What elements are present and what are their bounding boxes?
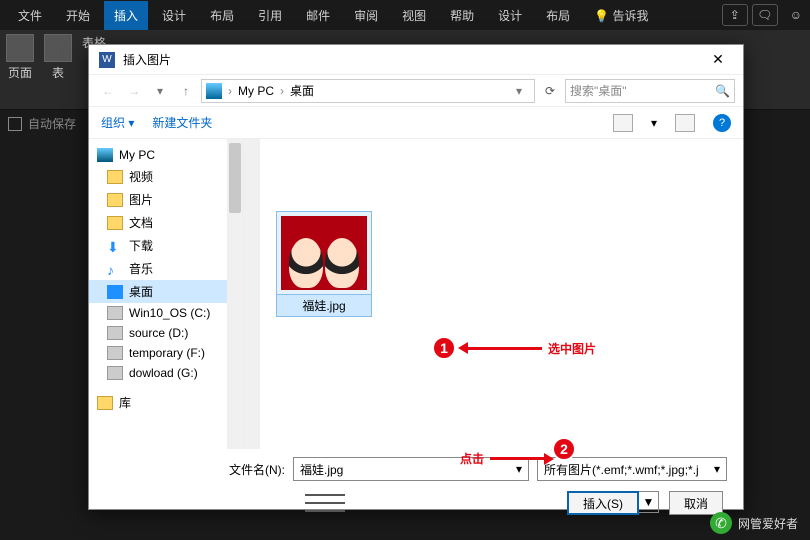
address-dropdown-icon[interactable]: ▾	[508, 80, 530, 102]
tab-design2[interactable]: 设计	[488, 1, 532, 30]
file-thumbnail[interactable]: 福娃.jpg	[276, 211, 372, 317]
breadcrumb-pc[interactable]: My PC	[238, 84, 274, 98]
callout-select-image: 1 选中图片	[432, 336, 596, 360]
back-icon[interactable]: ←	[97, 80, 119, 102]
breadcrumb-desktop[interactable]: 桌面	[290, 82, 314, 99]
pc-icon	[206, 83, 222, 99]
tree-drive-c[interactable]: Win10_OS (C:)	[89, 303, 243, 323]
tab-review[interactable]: 审阅	[344, 1, 388, 30]
tree-downloads[interactable]: ⬇下载	[89, 234, 243, 257]
tab-help[interactable]: 帮助	[440, 1, 484, 30]
autosave-label: 自动保存	[8, 115, 76, 132]
drive-icon	[107, 346, 123, 360]
dialog-titlebar: W 插入图片 ✕	[89, 45, 743, 75]
view-icon[interactable]	[613, 114, 633, 132]
download-icon: ⬇	[107, 239, 123, 253]
group-table[interactable]: 表	[44, 34, 72, 81]
ribbon-tabs: 文件 开始 插入 设计 布局 引用 邮件 审阅 视图 帮助 设计 布局 💡 告诉…	[0, 0, 810, 30]
save-icon	[8, 117, 22, 131]
folder-icon	[97, 396, 113, 410]
tree-drive-f[interactable]: temporary (F:)	[89, 343, 243, 363]
tree-desktop[interactable]: 桌面	[89, 280, 243, 303]
tab-layout[interactable]: 布局	[200, 1, 244, 30]
tree-drive-g[interactable]: dowload (G:)	[89, 363, 243, 383]
close-icon[interactable]: ✕	[703, 51, 733, 68]
chevron-down-icon[interactable]: ▾	[714, 462, 720, 476]
tab-insert[interactable]: 插入	[104, 1, 148, 30]
tab-mail[interactable]: 邮件	[296, 1, 340, 30]
folder-icon	[107, 216, 123, 230]
word-icon: W	[99, 52, 115, 68]
help-icon[interactable]: ?	[713, 114, 731, 132]
tree-library[interactable]: 库	[89, 391, 243, 414]
share-icon[interactable]: ⇪	[722, 4, 748, 26]
tree-videos[interactable]: 视频	[89, 165, 243, 188]
file-caption: 福娃.jpg	[276, 295, 372, 317]
wechat-icon: ✆	[710, 512, 732, 534]
tree-pictures[interactable]: 图片	[89, 188, 243, 211]
tab-view[interactable]: 视图	[392, 1, 436, 30]
tab-home[interactable]: 开始	[56, 1, 100, 30]
up-icon[interactable]: ↑	[175, 80, 197, 102]
refresh-icon[interactable]: ⟳	[539, 80, 561, 102]
music-icon: ♪	[107, 262, 123, 276]
drive-icon	[107, 306, 123, 320]
tab-layout2[interactable]: 布局	[536, 1, 580, 30]
pc-icon	[97, 148, 113, 162]
group-page[interactable]: 页面	[6, 34, 34, 81]
dialog-nav: ← → ▾ ↑ › My PC › 桌面 ▾ ⟳ 搜索"桌面" 🔍	[89, 75, 743, 107]
watermark: ✆ 网管爱好者	[710, 512, 798, 534]
drive-icon	[107, 326, 123, 340]
tree-drive-d[interactable]: source (D:)	[89, 323, 243, 343]
tree-music[interactable]: ♪音乐	[89, 257, 243, 280]
file-list[interactable]: 福娃.jpg	[244, 139, 743, 449]
folder-icon	[107, 193, 123, 207]
tab-references[interactable]: 引用	[248, 1, 292, 30]
search-icon: 🔍	[715, 84, 730, 98]
arrow-icon	[490, 457, 550, 460]
thumbnail-image	[281, 216, 367, 290]
forward-icon[interactable]: →	[123, 80, 145, 102]
view-dropdown-icon[interactable]: ▾	[651, 116, 657, 130]
search-input[interactable]: 搜索"桌面" 🔍	[565, 79, 735, 103]
search-placeholder: 搜索"桌面"	[570, 82, 627, 99]
tree-pc[interactable]: My PC	[89, 145, 243, 165]
organize-button[interactable]: 组织 ▾	[101, 114, 134, 131]
filename-label: 文件名(N):	[105, 461, 285, 478]
callout-click: 点击	[460, 450, 550, 467]
dialog-toolbar: 组织 ▾ 新建文件夹 ▾ ?	[89, 107, 743, 139]
tell-me[interactable]: 💡 告诉我	[584, 1, 658, 30]
history-dropdown-icon[interactable]: ▾	[149, 80, 171, 102]
folder-tree: My PC 视频 图片 文档 ⬇下载 ♪音乐 桌面 Win10_OS (C:) …	[89, 139, 244, 449]
tree-scrollbar[interactable]	[227, 139, 243, 449]
insert-picture-dialog: W 插入图片 ✕ ← → ▾ ↑ › My PC › 桌面 ▾ ⟳ 搜索"桌面"…	[88, 44, 744, 510]
dialog-footer: 文件名(N): 福娃.jpg▾ 所有图片(*.emf;*.wmf;*.jpg;*…	[89, 449, 743, 527]
tab-file[interactable]: 文件	[8, 1, 52, 30]
comments-icon[interactable]: 🗨	[752, 4, 778, 26]
face-icon[interactable]: ☺	[790, 8, 802, 22]
tab-design[interactable]: 设计	[152, 1, 196, 30]
address-bar[interactable]: › My PC › 桌面 ▾	[201, 79, 535, 103]
insert-dropdown-icon[interactable]: ▼	[639, 491, 659, 513]
preview-icon[interactable]	[675, 114, 695, 132]
insert-button[interactable]: 插入(S)	[567, 491, 639, 515]
arrow-icon	[462, 347, 542, 350]
drive-icon	[107, 366, 123, 380]
new-folder-button[interactable]: 新建文件夹	[152, 114, 212, 131]
tree-documents[interactable]: 文档	[89, 211, 243, 234]
tools-button[interactable]	[305, 491, 345, 515]
dialog-title: 插入图片	[123, 51, 703, 68]
folder-icon	[107, 170, 123, 184]
badge-2: 2	[552, 437, 576, 461]
content-scrollbar[interactable]	[244, 139, 260, 449]
desktop-icon	[107, 285, 123, 299]
